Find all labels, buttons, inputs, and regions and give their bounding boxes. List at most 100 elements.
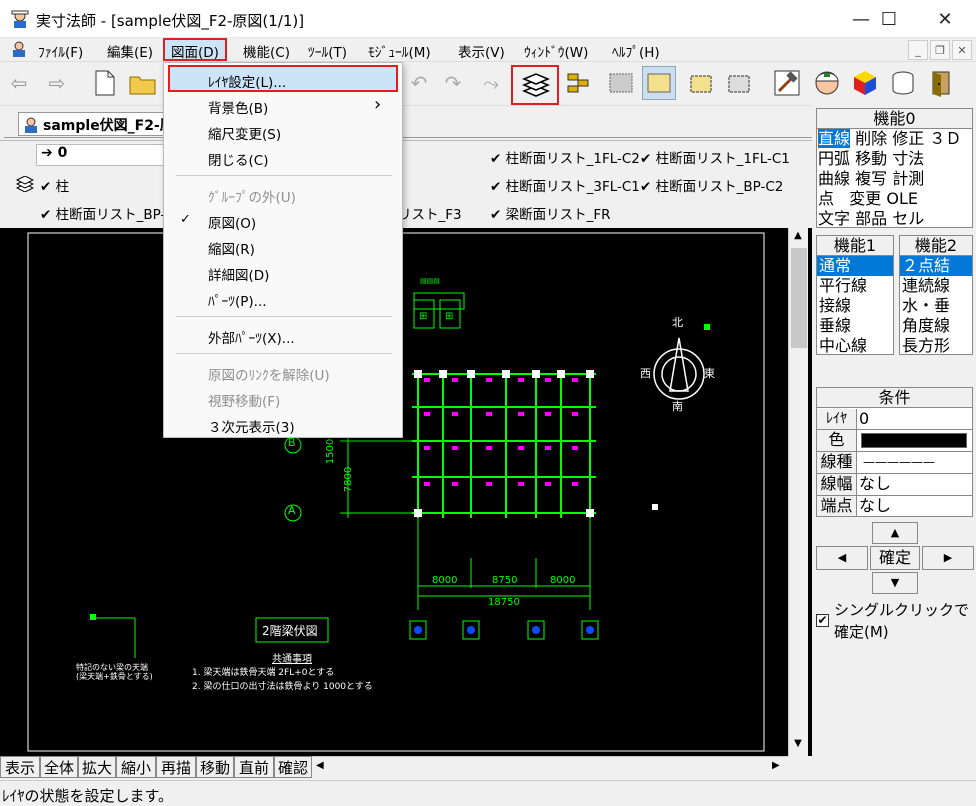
cmd-redraw[interactable]: 再描: [156, 756, 196, 778]
hammer-icon[interactable]: [770, 66, 804, 100]
menu-file[interactable]: ﾌｧｲﾙ(F): [38, 41, 83, 61]
menu-function[interactable]: 機能(C): [243, 41, 290, 61]
open-folder-icon[interactable]: [126, 66, 160, 100]
brick-layer-icon[interactable]: [562, 66, 596, 100]
condition-linewidth-row[interactable]: 線幅 なし: [817, 474, 972, 496]
layer-settings-button[interactable]: [511, 65, 559, 105]
func-point[interactable]: 点: [818, 189, 834, 208]
func1-item[interactable]: 中心線: [817, 336, 893, 356]
menu-item-outside-group[interactable]: ｸﾞﾙｰﾌﾟの外(U): [208, 186, 296, 206]
menu-help[interactable]: ﾍﾙﾌﾟ(H): [612, 41, 660, 61]
maximize-button[interactable]: ☐: [866, 0, 912, 38]
nav-down-button[interactable]: ▼: [872, 572, 918, 594]
cmd-move[interactable]: 移動: [196, 756, 234, 778]
layer-item[interactable]: ✔ 柱断面リスト_BP-C2: [640, 175, 783, 195]
menu-item-original[interactable]: 原図(O): [208, 212, 256, 232]
func2-item[interactable]: ２点結: [900, 256, 972, 276]
layer-item[interactable]: ✔ 柱: [40, 175, 69, 195]
mdi-close-icon[interactable]: ✕: [952, 40, 972, 60]
nav-up-button[interactable]: ▲: [872, 522, 918, 544]
app-icon[interactable]: [10, 9, 30, 29]
func-cell[interactable]: セル: [892, 209, 924, 228]
condition-layer-row[interactable]: ﾚｲﾔ 0: [817, 409, 972, 430]
condition-endpoint-row[interactable]: 端点 なし: [817, 496, 972, 517]
scroll-down-icon[interactable]: ▼: [791, 738, 805, 749]
menu-item-layer-settings[interactable]: ﾚｲﾔ設定(L)...: [168, 65, 398, 92]
cmd-all[interactable]: 全体: [40, 756, 78, 778]
nav-right-button[interactable]: ▶: [922, 546, 974, 570]
color-cube-icon[interactable]: [848, 66, 882, 100]
confirm-button[interactable]: 確定: [870, 546, 920, 570]
func2-item[interactable]: 水・垂: [900, 296, 972, 316]
layer-item[interactable]: ✔ 柱断面リスト_1FL-C2: [490, 147, 640, 167]
cylinder-3d-icon[interactable]: [886, 66, 920, 100]
func2-item[interactable]: 連続線: [900, 276, 972, 296]
condition-color-row[interactable]: 色: [817, 430, 972, 452]
scroll-left-icon[interactable]: ◀: [316, 760, 324, 771]
layer-item[interactable]: ✔ 梁断面リスト_FR: [490, 203, 611, 223]
snap-arrow-icon[interactable]: ⤳: [474, 66, 508, 100]
horizontal-scrollbar[interactable]: ◀ ▶: [312, 756, 788, 778]
drawing-canvas[interactable]: ▤▤▤ ⊞ ⊞ B A 1500 7800 8000 8750 8000 187…: [0, 228, 812, 756]
layer-item[interactable]: ✔ 柱断面リスト_3FL-C1: [490, 175, 640, 195]
layer-item-partial[interactable]: リスト_F3: [398, 203, 462, 223]
mdi-minimize-icon[interactable]: _: [908, 40, 928, 60]
menu-item-view-move[interactable]: 視野移動(F): [208, 390, 280, 410]
func-line[interactable]: 直線: [818, 129, 851, 148]
menu-module[interactable]: ﾓｼﾞｭｰﾙ(M): [368, 41, 431, 61]
func-change[interactable]: 変更: [849, 189, 881, 208]
block-icon[interactable]: [684, 66, 718, 100]
func-dimension[interactable]: 寸法: [892, 149, 924, 168]
menu-item-unlink[interactable]: 原図のﾘﾝｸを解除(U): [208, 364, 330, 384]
scroll-right-icon[interactable]: ▶: [772, 760, 780, 771]
menu-item-background-color[interactable]: 背景色(B): [208, 97, 268, 117]
scroll-thumb[interactable]: [791, 248, 807, 348]
func1-item[interactable]: 平行線: [817, 276, 893, 296]
func2-item[interactable]: 長方形: [900, 336, 972, 356]
cmd-zoom-out[interactable]: 縮小: [116, 756, 156, 778]
menu-item-parts[interactable]: ﾊﾟｰﾂ(P)...: [208, 290, 267, 310]
func-3d[interactable]: ３Ｄ: [929, 129, 961, 148]
menu-item-detail[interactable]: 詳細図(D): [208, 264, 269, 284]
current-layer-field[interactable]: ➔ 0: [36, 144, 166, 166]
exit-door-icon[interactable]: [924, 66, 958, 100]
nav-left-button[interactable]: ◀: [816, 546, 868, 570]
forward-arrow-icon[interactable]: ⇨: [40, 66, 74, 100]
hatch-pattern-icon[interactable]: [604, 66, 638, 100]
func-curve[interactable]: 曲線: [818, 169, 850, 188]
single-click-checkbox[interactable]: ✔: [816, 614, 829, 627]
redo-icon[interactable]: ↷: [436, 66, 470, 100]
worker-icon[interactable]: [810, 66, 844, 100]
menu-drawing[interactable]: 図面(D): [163, 38, 227, 61]
func2-item[interactable]: 角度線: [900, 316, 972, 336]
func-modify[interactable]: 修正: [892, 129, 924, 148]
func-part[interactable]: 部品: [855, 209, 887, 228]
layer-item[interactable]: ✔ 柱断面リスト_1FL-C1: [640, 147, 790, 167]
func1-item[interactable]: 接線: [817, 296, 893, 316]
menu-tools[interactable]: ﾂｰﾙ(T): [308, 41, 347, 61]
menu-item-external-parts[interactable]: 外部ﾊﾟｰﾂ(X)...: [208, 327, 295, 347]
func-arc[interactable]: 円弧: [818, 149, 850, 168]
func-text[interactable]: 文字: [818, 209, 850, 228]
close-button[interactable]: ✕: [922, 0, 968, 38]
cmd-show[interactable]: 表示: [0, 756, 40, 778]
document-tab[interactable]: sample伏図_F2-原図: [18, 112, 173, 136]
func1-item[interactable]: 垂線: [817, 316, 893, 336]
condition-linetype-row[interactable]: 線種 ——————: [817, 452, 972, 474]
mdi-restore-icon[interactable]: ❐: [930, 40, 950, 60]
scroll-up-icon[interactable]: ▲: [791, 230, 805, 241]
cmd-zoom-in[interactable]: 拡大: [78, 756, 116, 778]
vertical-scrollbar[interactable]: ▲ ▼: [788, 228, 808, 756]
menu-edit[interactable]: 編集(E): [107, 41, 153, 61]
layer-item[interactable]: ✔ 柱断面リスト_BP-C: [40, 203, 175, 223]
cmd-previous[interactable]: 直前: [234, 756, 274, 778]
func-measure[interactable]: 計測: [892, 169, 924, 188]
menu-item-3d-view[interactable]: ３次元表示(3): [208, 416, 295, 436]
menu-window[interactable]: ｳｨﾝﾄﾞｳ(W): [524, 41, 588, 61]
back-arrow-icon[interactable]: ⇦: [2, 66, 36, 100]
mdi-app-icon[interactable]: [10, 40, 28, 58]
undo-icon[interactable]: ↶: [402, 66, 436, 100]
menu-item-close[interactable]: 閉じる(C): [208, 149, 268, 169]
menu-item-reduced[interactable]: 縮図(R): [208, 238, 255, 258]
func-ole[interactable]: OLE: [886, 189, 918, 208]
